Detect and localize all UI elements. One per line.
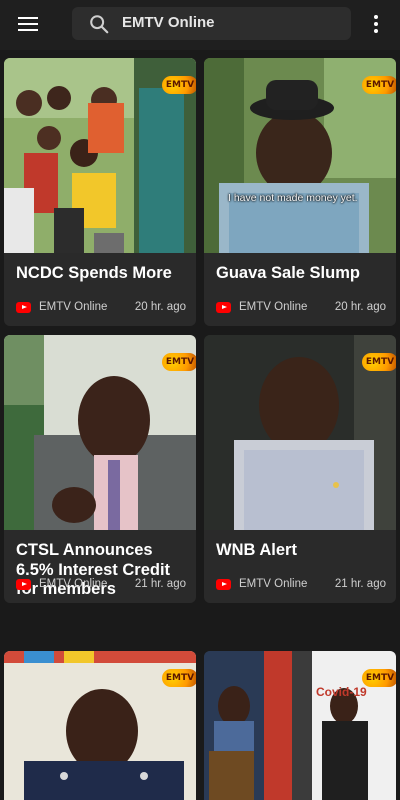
video-card[interactable]: EMTV NCDC Spends More EMTV Online 20 hr.… [4, 58, 196, 326]
search-icon [90, 15, 109, 34]
published-time: 21 hr. ago [334, 578, 386, 590]
video-card[interactable]: EMTV [4, 651, 196, 800]
channel-name: EMTV Online [239, 301, 308, 313]
youtube-icon [16, 579, 31, 590]
video-card[interactable]: EMTV CTSL Announces 6.5% Interest Credit… [4, 335, 196, 603]
video-title[interactable]: Guava Sale Slump [216, 264, 388, 284]
video-card[interactable]: EMTV WNB Alert EMTV Online 21 hr. ago [204, 335, 396, 603]
more-vertical-icon[interactable] [366, 12, 386, 36]
video-subtitle-caption: I have not made money yet. [228, 192, 358, 204]
covid-sign-text: Covid-19 [316, 685, 367, 699]
video-card[interactable]: Covid-19 EMTV [204, 651, 396, 800]
video-card[interactable]: EMTV I have not made money yet. Guava Sa… [204, 58, 396, 326]
channel-name: EMTV Online [239, 578, 308, 590]
emtv-logo: EMTV [162, 353, 196, 371]
published-time: 21 hr. ago [134, 578, 186, 590]
emtv-logo: EMTV [362, 76, 396, 94]
top-app-bar: EMTV Online [0, 0, 400, 50]
video-meta: EMTV Online 20 hr. ago [16, 300, 186, 316]
emtv-logo: EMTV [362, 669, 396, 687]
emtv-logo: EMTV [162, 669, 196, 687]
youtube-icon [216, 579, 231, 590]
published-time: 20 hr. ago [334, 301, 386, 313]
hamburger-menu-icon[interactable] [14, 12, 42, 36]
youtube-icon [16, 302, 31, 313]
published-time: 20 hr. ago [134, 301, 186, 313]
emtv-logo: EMTV [362, 353, 396, 371]
search-query-text: EMTV Online [122, 14, 215, 31]
video-meta: EMTV Online 21 hr. ago [216, 577, 386, 593]
youtube-icon [216, 302, 231, 313]
video-meta: EMTV Online 20 hr. ago [216, 300, 386, 316]
video-title[interactable]: WNB Alert [216, 541, 388, 561]
channel-name: EMTV Online [39, 578, 108, 590]
video-title[interactable]: NCDC Spends More [16, 264, 188, 284]
search-bar[interactable]: EMTV Online [72, 7, 351, 40]
channel-name: EMTV Online [39, 301, 108, 313]
emtv-logo: EMTV [162, 76, 196, 94]
video-meta: EMTV Online 21 hr. ago [16, 577, 186, 593]
